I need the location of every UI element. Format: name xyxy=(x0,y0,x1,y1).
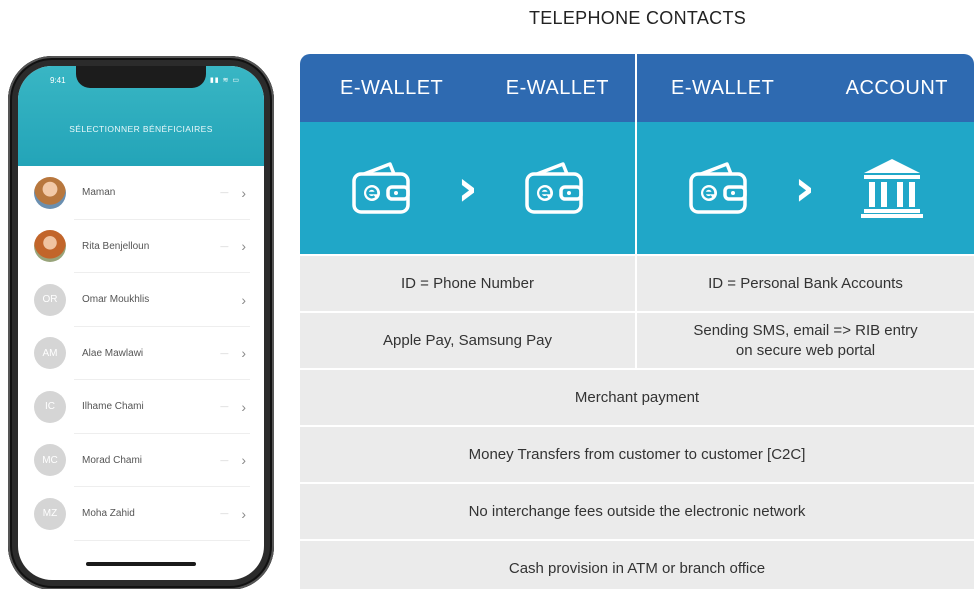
avatar xyxy=(34,230,66,263)
beneficiary-item[interactable]: OR Omar Moukhlis › xyxy=(18,273,264,327)
wallet-icon xyxy=(523,160,585,216)
beneficiary-dash: — xyxy=(220,241,228,251)
avatar: IC xyxy=(34,390,66,423)
cell-rib-entry-line1: Sending SMS, email => RIB entry xyxy=(693,322,918,339)
chevron-right-icon: › xyxy=(241,184,246,201)
beneficiary-name: Moha Zahid xyxy=(82,508,135,520)
beneficiary-item[interactable]: AM Alae Mawlawi — › xyxy=(18,327,264,381)
chevron-right-icon: › xyxy=(241,505,246,522)
chevron-right-icon: › xyxy=(241,452,246,469)
icon-row: › › xyxy=(300,122,974,254)
beneficiary-name: Ilhame Chami xyxy=(82,401,144,413)
table-row: ID = Phone Number ID = Personal Bank Acc… xyxy=(300,254,974,311)
wallet-icon xyxy=(350,160,412,216)
beneficiary-item[interactable]: IC Ilhame Chami — › xyxy=(18,380,264,434)
header-to-label: E-WALLET xyxy=(505,76,610,99)
phone-mockup: 9:41 ▮▮ ≋ ▭ SÉLECTIONNER BÉNÉFICIAIRES M… xyxy=(8,56,274,589)
status-icons: ▮▮ ≋ ▭ xyxy=(209,77,240,84)
arrow-right-icon: › xyxy=(794,159,815,217)
icon-cell-wallet-to-account: › xyxy=(637,122,974,254)
cell-payment-methods: Apple Pay, Samsung Pay xyxy=(300,313,635,368)
beneficiary-name: Rita Benjelloun xyxy=(82,240,150,252)
header-from-label: E-WALLET xyxy=(671,76,775,99)
beneficiary-dash: — xyxy=(220,509,228,519)
phone-header: 9:41 ▮▮ ≋ ▭ SÉLECTIONNER BÉNÉFICIAIRES xyxy=(18,66,264,166)
table-row-full: Cash provision in ATM or branch office xyxy=(300,539,974,589)
table-row-full: Money Transfers from customer to custome… xyxy=(300,425,974,482)
header-cell-wallet-to-wallet: E-WALLET E-WALLET xyxy=(300,54,636,122)
page-title: TELEPHONE CONTACTS xyxy=(528,8,747,28)
header-row: E-WALLET E-WALLET E-WALLET ACCOUNT xyxy=(300,54,974,122)
header-to-label: ACCOUNT xyxy=(845,76,948,99)
beneficiary-item[interactable]: MC Morad Chami — › xyxy=(18,434,264,488)
beneficiary-list: Maman — › Rita Benjelloun — › OR Omar Mo… xyxy=(18,166,264,541)
phone-screen-title: SÉLECTIONNER BÉNÉFICIAIRES xyxy=(69,124,213,134)
bank-icon xyxy=(860,157,924,219)
avatar: AM xyxy=(34,337,66,370)
chevron-right-icon: › xyxy=(241,238,246,255)
chevron-right-icon: › xyxy=(241,291,246,308)
beneficiary-dash: — xyxy=(220,348,228,358)
cell-rib-entry: Sending SMS, email => RIB entry on secur… xyxy=(637,313,974,368)
cell-id-wallet: ID = Phone Number xyxy=(300,256,635,311)
beneficiary-name: Alae Mawlawi xyxy=(82,347,144,359)
beneficiary-name: Omar Moukhlis xyxy=(82,294,150,306)
wallet-icon xyxy=(687,160,749,216)
home-indicator xyxy=(86,562,196,566)
beneficiary-item[interactable]: MZ Moha Zahid — › xyxy=(18,487,264,541)
avatar xyxy=(34,176,66,209)
icon-cell-wallet-to-wallet: › xyxy=(300,122,635,254)
status-time: 9:41 xyxy=(50,76,66,85)
avatar: OR xyxy=(34,283,66,316)
avatar: MC xyxy=(34,444,66,477)
table-row-full: No interchange fees outside the electron… xyxy=(300,482,974,539)
beneficiary-name: Maman xyxy=(82,187,116,199)
avatar: MZ xyxy=(34,497,66,530)
header-cell-wallet-to-account: E-WALLET ACCOUNT xyxy=(637,54,974,122)
beneficiary-item[interactable]: Rita Benjelloun — › xyxy=(18,220,264,274)
beneficiary-dash: — xyxy=(220,402,228,412)
table-row-full: Merchant payment xyxy=(300,368,974,425)
chevron-right-icon: › xyxy=(241,345,246,362)
beneficiary-dash: — xyxy=(220,188,228,198)
beneficiary-name: Morad Chami xyxy=(82,454,143,466)
phone-notch xyxy=(76,66,206,88)
cell-id-account: ID = Personal Bank Accounts xyxy=(637,256,974,311)
arrow-right-icon: › xyxy=(457,159,478,217)
beneficiary-dash: — xyxy=(220,455,228,465)
header-from-label: E-WALLET xyxy=(340,76,444,99)
comparison-table: E-WALLET E-WALLET E-WALLET ACCOUNT › › I… xyxy=(300,54,974,589)
phone-screen: 9:41 ▮▮ ≋ ▭ SÉLECTIONNER BÉNÉFICIAIRES M… xyxy=(18,66,264,580)
table-row: Apple Pay, Samsung Pay Sending SMS, emai… xyxy=(300,311,974,368)
cell-rib-entry-line2: on secure web portal xyxy=(735,341,876,359)
chevron-right-icon: › xyxy=(241,398,246,415)
beneficiary-item[interactable]: Maman — › xyxy=(18,166,264,220)
